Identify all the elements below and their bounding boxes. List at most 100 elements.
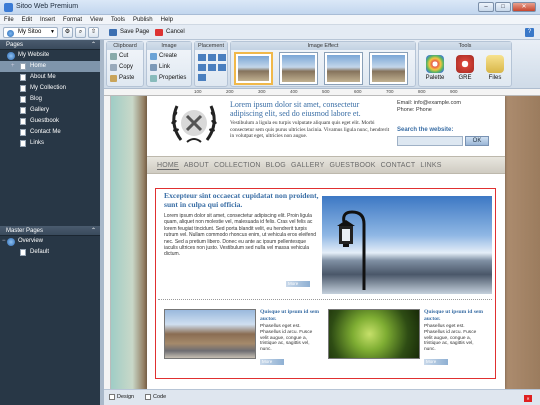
tab-code[interactable]: Code	[144, 392, 166, 402]
nav-contact[interactable]: CONTACT	[381, 162, 416, 170]
search-input[interactable]	[397, 136, 463, 146]
master-pages-title: Master Pages	[6, 228, 44, 234]
effect-thumbnail-4[interactable]	[369, 52, 408, 85]
align-center-icon[interactable]	[208, 54, 216, 61]
search-ok-button[interactable]: OK	[465, 136, 489, 146]
paste-button[interactable]: Paste	[109, 74, 134, 83]
nav-links[interactable]: LINKS	[420, 162, 441, 170]
site-selector[interactable]: My Sitoo ▼	[3, 27, 58, 38]
expand-icon[interactable]: −	[2, 236, 6, 247]
effect-thumbnail-2[interactable]	[279, 52, 318, 85]
palette-button[interactable]: Palette	[422, 52, 448, 86]
editor-canvas[interactable]: Lorem ipsum dolor sit amet, consectetur …	[111, 96, 540, 389]
code-icon	[145, 394, 151, 400]
vertical-ruler	[104, 96, 111, 389]
cancel-button[interactable]: Cancel	[154, 27, 185, 38]
menu-help[interactable]: Help	[161, 17, 173, 23]
menu-publish[interactable]: Publish	[133, 17, 153, 23]
more-arrow-button[interactable]: More	[424, 359, 448, 365]
tab-design[interactable]: Design	[108, 392, 134, 402]
site-navigation: HOME ABOUT COLLECTION BLOG GALLERY GUEST…	[157, 162, 442, 170]
nav-collection[interactable]: COLLECTION	[214, 162, 261, 170]
menu-edit[interactable]: Edit	[22, 17, 32, 23]
collapse-icon: ⌃	[90, 228, 96, 234]
help-icon[interactable]: ?	[525, 28, 534, 37]
wrap-left-icon[interactable]	[198, 64, 206, 71]
caption-block-1[interactable]: Quisque ut ipsum id sem auctor. Phasellu…	[260, 309, 322, 353]
files-button[interactable]: Files	[482, 52, 508, 86]
tree-item-links[interactable]: Links	[0, 138, 100, 149]
site-settings-button[interactable]: ⚙	[62, 27, 73, 38]
properties-icon	[150, 75, 157, 82]
close-button[interactable]: ✕	[512, 2, 536, 12]
link-button[interactable]: Link	[149, 63, 170, 72]
menu-insert[interactable]: Insert	[40, 17, 55, 23]
street-lamp-image	[337, 210, 366, 290]
site-preview-button[interactable]: ⌕	[75, 27, 86, 38]
collapse-icon: ⌃	[90, 42, 96, 48]
block1-text: Lorem ipsum dolor sit amet, consectetur …	[164, 213, 317, 258]
properties-button[interactable]: Properties	[149, 74, 186, 83]
search-label: Search the website:	[397, 127, 454, 133]
pages-panel-header[interactable]: Pages ⌃	[0, 40, 100, 50]
selected-content-area[interactable]: Excepteur sint occaecat cupidatat non pr…	[155, 188, 496, 379]
tree-item-overview[interactable]: − Overview	[0, 236, 100, 247]
copy-button[interactable]: Copy	[109, 63, 133, 72]
align-left-icon[interactable]	[198, 54, 206, 61]
tree-item-about-me[interactable]: About Me	[0, 72, 100, 83]
align-right-icon[interactable]	[218, 54, 226, 61]
master-pages-header[interactable]: Master Pages ⌃	[0, 226, 100, 236]
contact-info[interactable]: Email: info@example.com Phone: Phone	[397, 100, 497, 114]
globe-icon	[7, 52, 15, 60]
header-title[interactable]: Lorem ipsum dolor sit amet, consectetur …	[230, 100, 390, 118]
horizontal-ruler: 100 200 300 400 500 600 700 800 900	[104, 89, 540, 96]
nav-guestbook[interactable]: GUESTBOOK	[330, 162, 376, 170]
tree-item-guestbook[interactable]: Guestbook	[0, 116, 100, 127]
tree-item-default[interactable]: Default	[0, 247, 100, 258]
tree-item-home[interactable]: + Home	[0, 61, 100, 72]
effect-thumbnail-3[interactable]	[324, 52, 363, 85]
gre-label: GRE	[458, 75, 472, 81]
menu-file[interactable]: File	[4, 17, 14, 23]
ribbon: Clipboard Cut Copy Paste Image Create Li…	[104, 40, 540, 89]
nav-gallery[interactable]: GALLERY	[291, 162, 325, 170]
globe-icon	[7, 238, 15, 246]
tree-item-label: Default	[30, 249, 50, 255]
minimize-button[interactable]: –	[478, 2, 494, 12]
nav-home[interactable]: HOME	[157, 162, 179, 170]
more-arrow-button[interactable]: More	[260, 359, 284, 365]
caption-block-2[interactable]: Quisque ut ipsum id sem auctor. Phasellu…	[424, 309, 486, 353]
header-text[interactable]: Vestibulum a ligula eu turpis vulputate …	[230, 120, 390, 140]
tree-item-blog[interactable]: Blog	[0, 94, 100, 105]
cancel-label: Cancel	[166, 29, 185, 35]
palette-icon	[426, 55, 444, 73]
wrap-right-icon[interactable]	[218, 64, 226, 71]
expand-icon[interactable]: +	[11, 61, 15, 72]
nav-blog[interactable]: BLOG	[266, 162, 286, 170]
menu-view[interactable]: View	[90, 17, 103, 23]
street-lamp-photo[interactable]	[322, 196, 492, 294]
inline-icon[interactable]	[198, 74, 206, 81]
gre-button[interactable]: GRE	[452, 52, 478, 86]
nav-about[interactable]: ABOUT	[184, 162, 209, 170]
tree-item-contact-me[interactable]: Contact Me	[0, 127, 100, 138]
ruler-tick: 600	[354, 89, 362, 94]
canyon-road-photo[interactable]	[164, 309, 256, 359]
tree-item-gallery[interactable]: Gallery	[0, 105, 100, 116]
menu-format[interactable]: Format	[63, 17, 82, 23]
create-button[interactable]: Create	[149, 52, 177, 61]
content-block-1[interactable]: Excepteur sint occaecat cupidatat non pr…	[164, 191, 319, 258]
tree-item-my-website[interactable]: My Website	[0, 50, 100, 61]
maximize-button[interactable]: □	[495, 2, 511, 12]
page-icon	[20, 249, 26, 256]
image-effect-group-title: Image Effect	[231, 42, 415, 50]
tree-item-my-collection[interactable]: My Collection	[0, 83, 100, 94]
effect-thumbnail-1[interactable]	[234, 52, 273, 85]
site-publish-button[interactable]: ⇧	[88, 27, 99, 38]
more-arrow-button[interactable]: More	[286, 281, 310, 287]
wrap-none-icon[interactable]	[208, 64, 216, 71]
menu-tools[interactable]: Tools	[111, 17, 125, 23]
save-page-button[interactable]: Save Page	[108, 27, 149, 38]
green-leaves-photo[interactable]	[328, 309, 420, 359]
cut-button[interactable]: Cut	[109, 52, 128, 61]
